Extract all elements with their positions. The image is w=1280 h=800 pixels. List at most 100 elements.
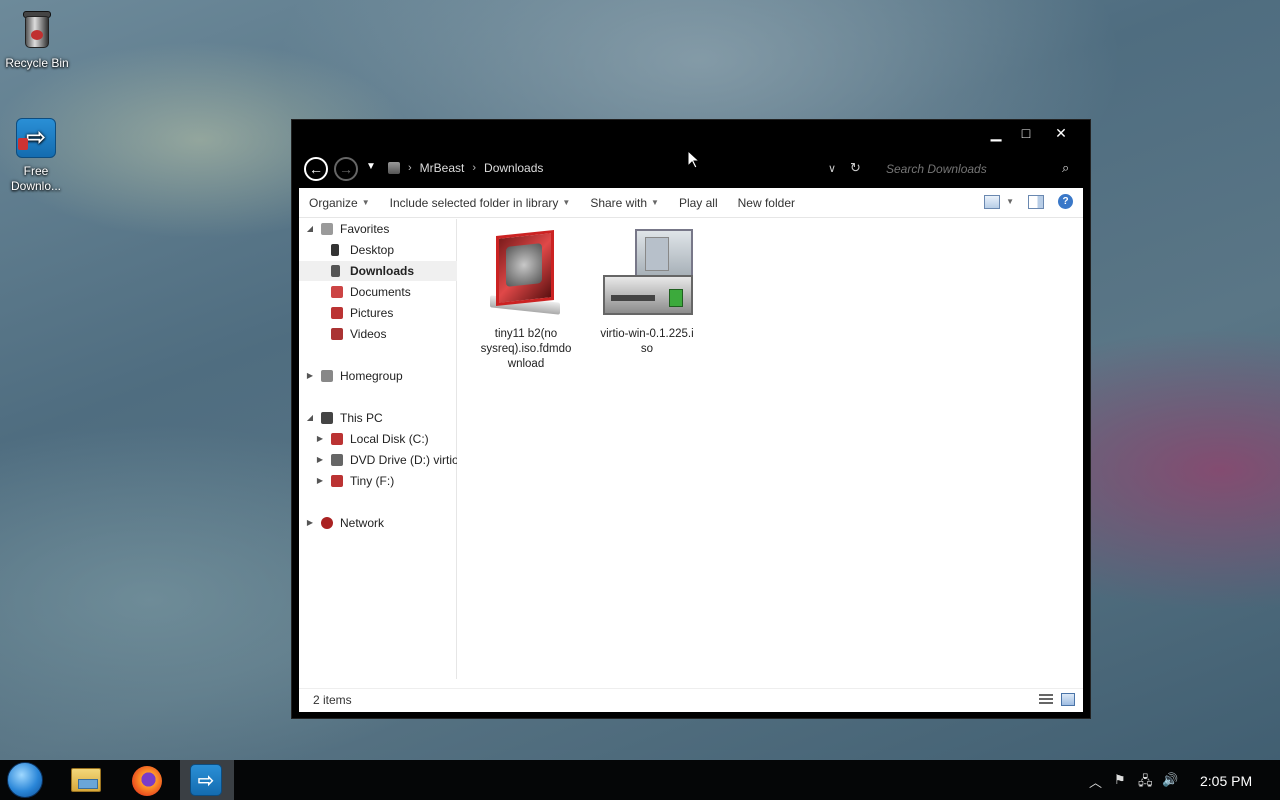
change-view-button[interactable]: ▼ <box>984 194 1014 209</box>
file-list[interactable]: tiny11 b2(no sysreq).iso.fdmdo wnload vi… <box>459 219 1083 679</box>
chevron-right-icon[interactable]: ▶ <box>315 450 325 470</box>
file-item-tiny11[interactable]: tiny11 b2(no sysreq).iso.fdmdo wnload <box>476 227 576 372</box>
desktop-icon-label: Recycle Bin <box>5 56 69 70</box>
organize-button[interactable]: Organize ▼ <box>299 188 380 218</box>
file-name-line: virtio-win-0.1.225.i <box>600 328 694 340</box>
nav-item-videos[interactable]: Videos <box>299 324 457 344</box>
nav-item-downloads[interactable]: Downloads <box>299 261 457 281</box>
nav-item-this-pc[interactable]: ◢ This PC <box>299 408 457 428</box>
file-item-virtio-iso[interactable]: virtio-win-0.1.225.i so <box>597 227 697 357</box>
show-hidden-icons-icon[interactable]: ︿ <box>1089 772 1102 791</box>
usb-drive-icon <box>331 475 343 487</box>
homegroup-icon <box>321 370 333 382</box>
nav-label: Tiny (F:) <box>350 474 395 488</box>
nav-item-local-disk[interactable]: ▶ Local Disk (C:) <box>299 429 457 449</box>
new-folder-label: New folder <box>737 195 795 210</box>
breadcrumb-item-downloads[interactable]: Downloads <box>484 161 543 175</box>
nav-item-homegroup[interactable]: ▶ Homegroup <box>299 366 457 386</box>
large-icons-view-icon[interactable] <box>1061 693 1075 706</box>
desktop-icon-recycle-bin[interactable]: Recycle Bin <box>1 8 73 70</box>
expand-arrow-icon[interactable]: ◢ <box>305 408 315 428</box>
pictures-icon <box>331 307 343 319</box>
videos-icon <box>331 328 343 340</box>
nav-item-pictures[interactable]: Pictures <box>299 303 457 323</box>
back-button[interactable]: ← <box>304 157 328 181</box>
chevron-down-icon: ▼ <box>1006 197 1014 206</box>
chevron-right-icon[interactable]: ▶ <box>305 513 315 533</box>
nav-label: Pictures <box>350 306 394 320</box>
nav-item-network[interactable]: ▶ Network <box>299 513 457 533</box>
breadcrumb-item-mrbeast[interactable]: MrBeast <box>420 161 465 175</box>
nav-label: Local Disk (C:) <box>350 432 429 446</box>
share-with-button[interactable]: Share with ▼ <box>580 188 669 218</box>
view-icon <box>984 194 1001 209</box>
file-name-line: so <box>640 343 654 355</box>
address-history-dropdown[interactable]: ∨ <box>828 162 836 175</box>
nav-label: Documents <box>350 285 411 299</box>
help-icon[interactable]: ? <box>1058 194 1073 209</box>
close-button[interactable]: ✕ <box>1047 123 1075 143</box>
hard-drive-icon <box>331 433 343 445</box>
start-button[interactable] <box>7 762 43 798</box>
maximize-button[interactable]: □ <box>1012 123 1040 143</box>
command-bar: Organize ▼ Include selected folder in lib… <box>299 188 1083 218</box>
clock[interactable]: 2:05 PM <box>1200 773 1252 789</box>
chevron-right-icon[interactable]: ▶ <box>305 366 315 386</box>
chevron-right-icon[interactable]: › <box>408 162 412 174</box>
play-all-button[interactable]: Play all <box>669 188 728 218</box>
nav-item-dvd-drive[interactable]: ▶ DVD Drive (D:) virtio-win <box>299 450 457 470</box>
nav-item-favorites[interactable]: ◢ Favorites <box>299 219 457 239</box>
explorer-window: ▁ □ ✕ ← → ▼ › MrBeast › Downloads ∨ ↻ ⌕ … <box>291 119 1091 719</box>
nav-label: Favorites <box>340 222 390 236</box>
recycle-bin-icon <box>15 8 59 52</box>
desktop-icon-free-download-manager[interactable]: ⇨ Free Downlo... <box>0 116 72 194</box>
volume-icon[interactable]: 🔊 <box>1162 772 1178 788</box>
chevron-right-icon[interactable]: ▶ <box>315 429 325 449</box>
taskbar-firefox[interactable] <box>120 760 174 800</box>
search-input[interactable] <box>886 159 1076 179</box>
details-view-icon[interactable] <box>1039 694 1053 706</box>
nav-item-tiny-drive[interactable]: ▶ Tiny (F:) <box>299 471 457 491</box>
firefox-icon <box>132 766 162 796</box>
include-in-library-button[interactable]: Include selected folder in library ▼ <box>380 188 581 218</box>
taskbar-free-download-manager[interactable]: ⇨ <box>180 760 234 800</box>
disc-image-file-icon <box>599 227 695 323</box>
nav-label: Videos <box>350 327 387 341</box>
desktop-icon-label: Free Downlo... <box>10 164 62 193</box>
search-icon[interactable]: ⌕ <box>1062 160 1069 176</box>
file-name-line: tiny11 b2(no <box>494 328 558 340</box>
taskbar-file-explorer[interactable] <box>58 760 112 800</box>
refresh-icon[interactable]: ↻ <box>850 160 861 176</box>
expand-arrow-icon[interactable]: ◢ <box>305 219 315 239</box>
nav-item-desktop[interactable]: Desktop <box>299 240 457 260</box>
dvd-drive-icon <box>331 454 343 466</box>
item-count: 2 items <box>313 693 352 707</box>
chevron-right-icon[interactable]: ▶ <box>315 471 325 491</box>
taskbar: ⇨ ︿ ⚑ 🖧 🔊 2:05 PM <box>0 760 1280 800</box>
file-explorer-icon <box>71 768 101 792</box>
computer-icon <box>388 162 400 174</box>
minimize-button[interactable]: ▁ <box>982 123 1010 143</box>
file-name-line: sysreq).iso.fdmdo <box>480 343 572 355</box>
new-folder-button[interactable]: New folder <box>728 188 805 218</box>
forward-button[interactable]: → <box>334 157 358 181</box>
preview-pane-icon[interactable] <box>1028 194 1044 209</box>
nav-label: Network <box>340 516 385 530</box>
recent-locations-dropdown[interactable]: ▼ <box>366 161 376 172</box>
nav-item-documents[interactable]: Documents <box>299 282 457 302</box>
star-icon <box>321 223 333 235</box>
flag-icon[interactable]: ⚑ <box>1114 772 1126 788</box>
free-download-manager-icon: ⇨ <box>190 764 222 796</box>
chevron-right-icon[interactable]: › <box>472 162 476 174</box>
documents-icon <box>331 286 343 298</box>
organize-label: Organize <box>309 195 358 210</box>
desktop-icon <box>331 244 339 256</box>
network-status-icon[interactable]: 🖧 <box>1138 772 1153 794</box>
file-name-line: wnload <box>507 358 545 370</box>
network-icon <box>321 517 333 529</box>
chevron-down-icon: ▼ <box>361 197 370 207</box>
share-with-label: Share with <box>590 195 648 210</box>
include-library-label: Include selected folder in library <box>389 195 559 210</box>
breadcrumb[interactable]: › MrBeast › Downloads <box>388 161 543 175</box>
title-bar[interactable]: ▁ □ ✕ <box>292 120 1090 146</box>
